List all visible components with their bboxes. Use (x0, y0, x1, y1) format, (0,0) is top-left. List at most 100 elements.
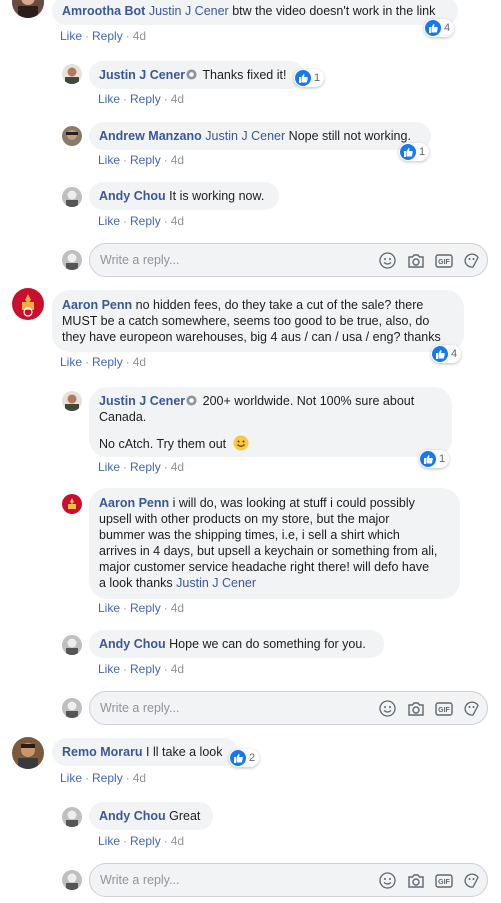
mention-link[interactable]: Justin J Cener (205, 129, 285, 143)
gif-icon[interactable]: GIF (434, 700, 453, 717)
timestamp[interactable]: 4d (171, 214, 184, 228)
comment-bubble: Amrootha Bot Justin J Cener btw the vide… (52, 0, 458, 25)
timestamp[interactable]: 4d (133, 771, 146, 785)
comment-actions: Like · Reply · 4d (98, 214, 185, 228)
like-action[interactable]: Like (98, 153, 120, 167)
timestamp[interactable]: 4d (171, 601, 184, 615)
like-action[interactable]: Like (98, 92, 120, 106)
camera-icon[interactable] (406, 872, 425, 889)
reaction-count[interactable]: 1 (399, 143, 430, 161)
comment-bubble: Andy Chou Hope we can do something for y… (89, 630, 384, 658)
like-action[interactable]: Like (98, 601, 120, 615)
comment-author[interactable]: Andy Chou (99, 637, 166, 651)
timestamp[interactable]: 4d (171, 153, 184, 167)
comment-author[interactable]: Andy Chou (99, 189, 166, 203)
reply-action[interactable]: Reply (92, 355, 123, 369)
comment-author[interactable]: Andy Chou (99, 809, 166, 823)
comment-bubble: Aaron Penn i will do, was looking at stu… (89, 488, 460, 599)
comment-bubble: Justin J Cener 200+ worldwide. Not 100% … (89, 387, 452, 457)
reply-input[interactable]: Write a reply... GIF (89, 863, 488, 897)
reply-action[interactable]: Reply (92, 771, 123, 785)
verified-icon (186, 395, 197, 406)
comment-author[interactable]: Andrew Manzano (99, 129, 202, 143)
svg-text:GIF: GIF (438, 707, 450, 714)
reply-input[interactable]: Write a reply... GIF (89, 691, 488, 725)
emoji-icon[interactable] (378, 700, 397, 717)
comment-text-line: MUST be a catch somewhere, seems too goo… (62, 314, 430, 328)
reply-action[interactable]: Reply (130, 460, 161, 474)
reaction-count[interactable]: 1 (294, 69, 325, 87)
sticker-icon[interactable] (462, 872, 481, 889)
timestamp[interactable]: 4d (171, 834, 184, 848)
comment-text-line: bummer was the shipping times, i.e, i se… (99, 528, 400, 542)
comment-bubble: Remo Moraru I ll take a look (52, 738, 238, 766)
avatar[interactable] (62, 391, 82, 411)
comment-bubble: Justin J Cener Thanks fixed it! (89, 61, 304, 89)
like-action[interactable]: Like (98, 460, 120, 474)
reply-action[interactable]: Reply (130, 92, 161, 106)
timestamp[interactable]: 4d (171, 662, 184, 676)
reply-action[interactable]: Reply (130, 601, 161, 615)
reply-placeholder: Write a reply... (100, 253, 180, 267)
avatar[interactable] (62, 635, 82, 655)
avatar[interactable] (62, 494, 82, 514)
avatar[interactable] (62, 187, 82, 207)
gif-icon[interactable]: GIF (434, 252, 453, 269)
gif-icon[interactable]: GIF (434, 872, 453, 889)
avatar[interactable] (62, 64, 82, 84)
comment-actions: Like · Reply · 4d (98, 834, 185, 848)
reaction-count[interactable]: 2 (229, 749, 260, 767)
emoji-icon[interactable] (378, 252, 397, 269)
avatar[interactable] (12, 288, 44, 320)
avatar[interactable] (12, 0, 44, 18)
comment-author[interactable]: Aaron Penn (62, 298, 132, 312)
sticker-icon[interactable] (462, 700, 481, 717)
comment-bubble: Andy Chou It is working now. (89, 182, 279, 210)
timestamp[interactable]: 4d (133, 355, 146, 369)
sticker-icon[interactable] (462, 252, 481, 269)
timestamp[interactable]: 4d (171, 92, 184, 106)
comment-text: Nope still not working. (285, 129, 411, 143)
reaction-count[interactable]: 4 (424, 19, 455, 37)
like-icon (295, 70, 311, 86)
reply-input[interactable]: Write a reply... GIF (89, 243, 488, 277)
reply-action[interactable]: Reply (130, 662, 161, 676)
timestamp[interactable]: 4d (133, 29, 146, 43)
comment-author[interactable]: Amrootha Bot (62, 4, 145, 18)
like-icon (400, 144, 416, 160)
comment-author[interactable]: Justin J Cener (99, 68, 185, 82)
avatar[interactable] (62, 126, 82, 146)
like-icon (230, 750, 246, 766)
camera-icon[interactable] (406, 252, 425, 269)
like-icon (432, 346, 448, 362)
reply-action[interactable]: Reply (130, 214, 161, 228)
comment-text-line: a look thanks (99, 576, 177, 590)
comment-author[interactable]: Justin J Cener (99, 394, 185, 408)
reply-action[interactable]: Reply (130, 153, 161, 167)
reply-action[interactable]: Reply (92, 29, 123, 43)
comment-text: Thanks fixed it! (202, 68, 287, 82)
comment-actions: Like · Reply · 4d (60, 355, 147, 369)
like-action[interactable]: Like (98, 662, 120, 676)
mention-link[interactable]: Justin J Cener (149, 4, 229, 18)
reaction-count[interactable]: 4 (431, 345, 462, 363)
reaction-count[interactable]: 1 (419, 450, 450, 468)
like-action[interactable]: Like (98, 834, 120, 848)
like-action[interactable]: Like (60, 29, 82, 43)
comment-actions: Like · Reply · 4d (98, 601, 185, 615)
mention-link[interactable]: Justin J Cener (176, 576, 256, 590)
avatar[interactable] (12, 737, 44, 769)
comment-author[interactable]: Remo Moraru (62, 745, 143, 759)
comment-author[interactable]: Aaron Penn (99, 496, 169, 510)
current-user-avatar (62, 698, 82, 718)
comment-text-line: 200+ worldwide. Not 100% sure about (202, 394, 415, 408)
camera-icon[interactable] (406, 700, 425, 717)
like-action[interactable]: Like (98, 214, 120, 228)
avatar[interactable] (62, 807, 82, 827)
comment-actions: Like · Reply · 4d (98, 92, 185, 106)
reply-action[interactable]: Reply (130, 834, 161, 848)
emoji-icon[interactable] (378, 872, 397, 889)
like-action[interactable]: Like (60, 771, 82, 785)
like-action[interactable]: Like (60, 355, 82, 369)
timestamp[interactable]: 4d (171, 460, 184, 474)
